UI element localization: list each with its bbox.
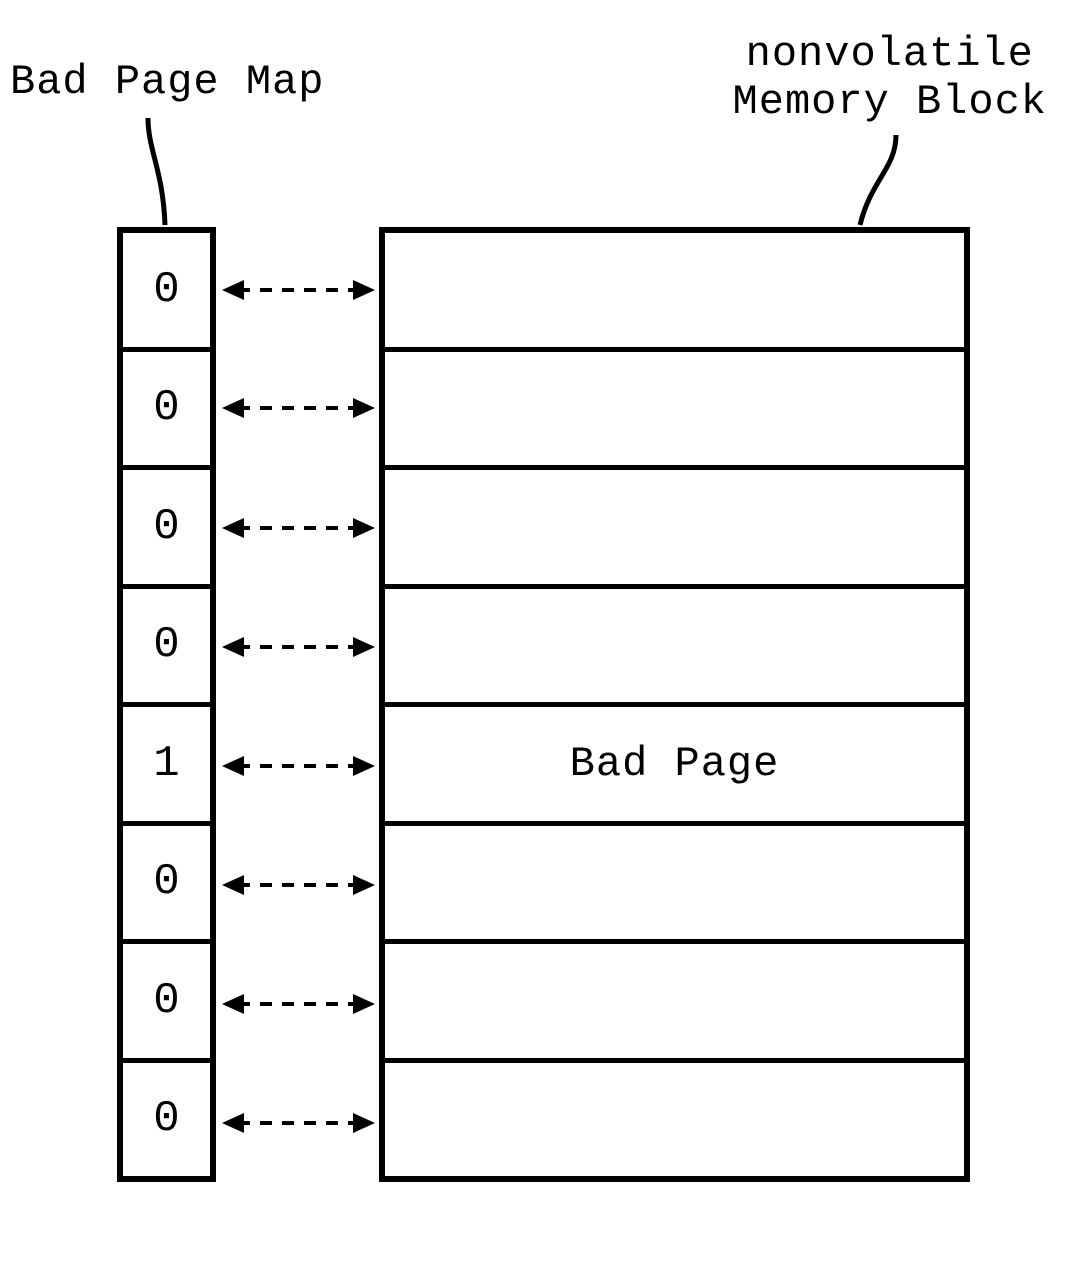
page-row-7	[385, 1063, 964, 1177]
page-row-0	[385, 233, 964, 352]
memory-block-column: Bad Page	[379, 227, 970, 1182]
map-bit-2: 0	[123, 470, 210, 589]
map-bit-5: 0	[123, 826, 210, 945]
map-bit-6: 0	[123, 944, 210, 1063]
map-bit-4: 1	[123, 707, 210, 826]
page-row-6	[385, 944, 964, 1063]
map-bit-0: 0	[123, 233, 210, 352]
page-row-bad: Bad Page	[385, 707, 964, 826]
map-bit-7: 0	[123, 1063, 210, 1177]
page-row-2	[385, 470, 964, 589]
map-bit-3: 0	[123, 589, 210, 708]
map-bit-1: 0	[123, 352, 210, 471]
page-row-1	[385, 352, 964, 471]
page-row-5	[385, 826, 964, 945]
bad-page-map-column: 0 0 0 0 1 0 0 0	[117, 227, 216, 1182]
page-row-3	[385, 589, 964, 708]
